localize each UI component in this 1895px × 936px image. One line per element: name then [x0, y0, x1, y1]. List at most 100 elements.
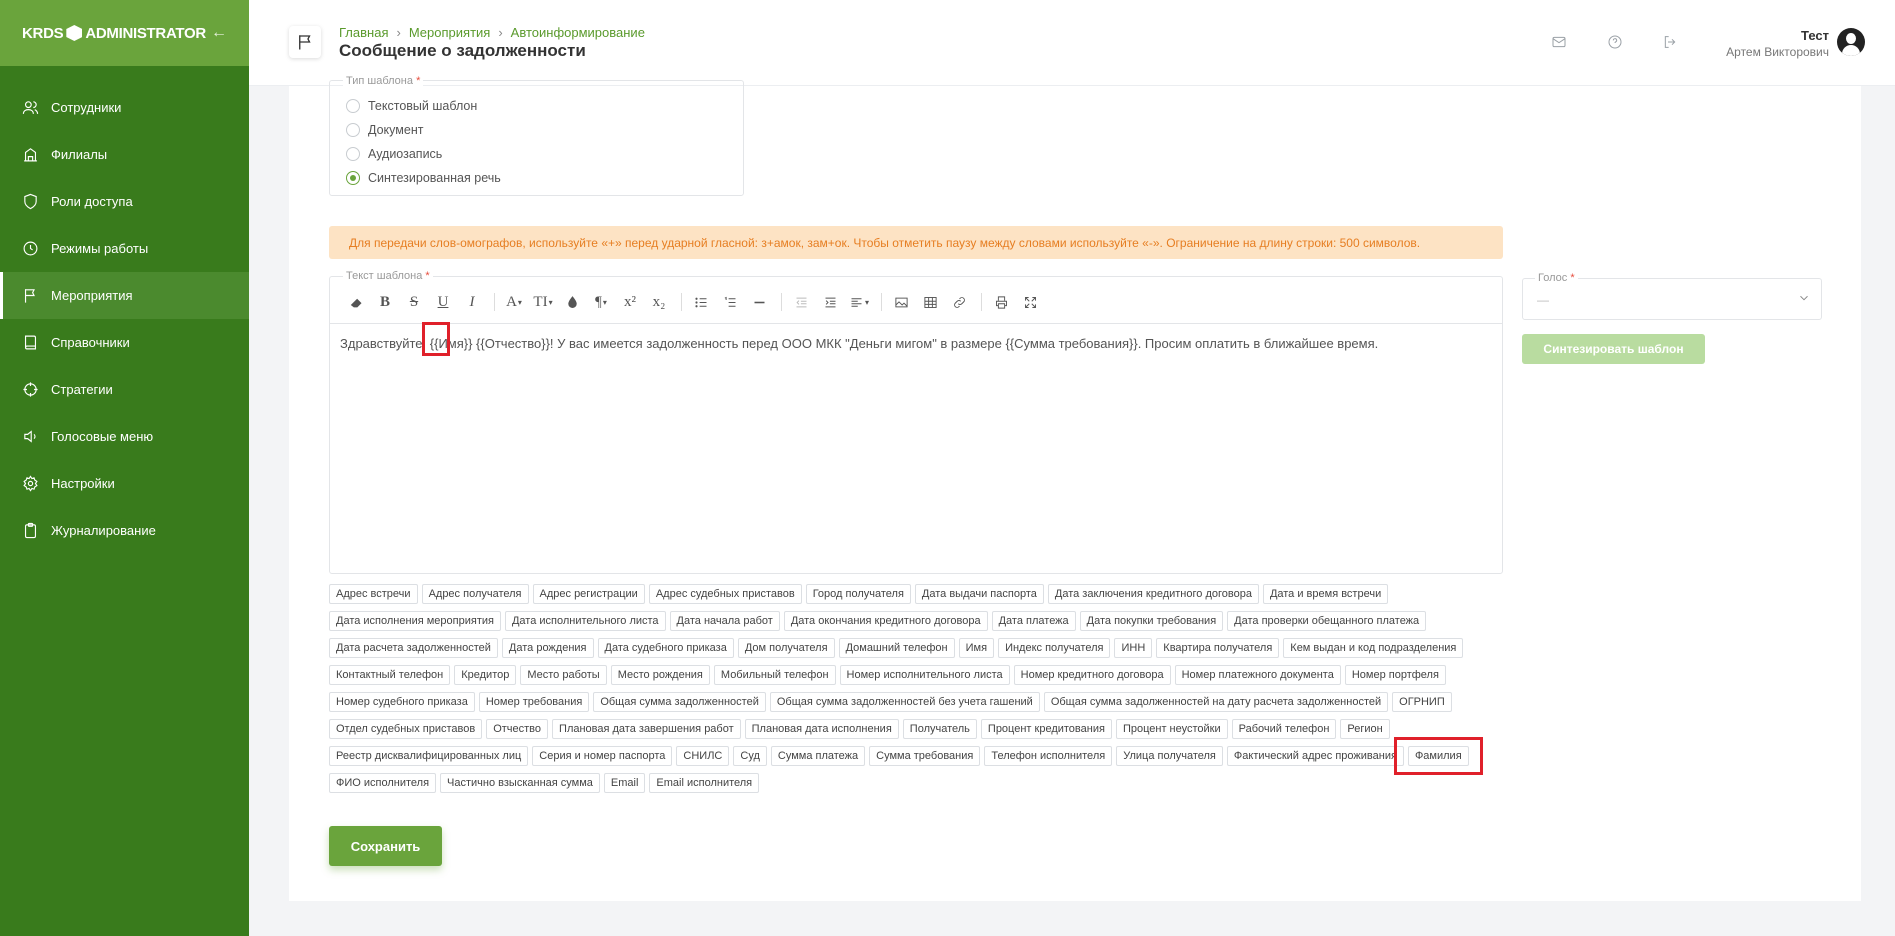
horizontal-rule-icon[interactable] — [746, 290, 772, 314]
radio-audio[interactable]: Аудиозапись — [346, 147, 442, 161]
breadcrumb-autoinform[interactable]: Автоинформирование — [511, 25, 645, 40]
variable-tag[interactable]: Контактный телефон — [329, 665, 451, 685]
sidebar-item-logging[interactable]: Журналирование — [0, 507, 249, 554]
variable-tag[interactable]: Плановая дата исполнения — [744, 719, 899, 739]
radio-synth-speech[interactable]: Синтезированная речь — [346, 171, 501, 185]
mail-icon[interactable] — [1551, 34, 1567, 50]
radio-button[interactable] — [346, 147, 360, 161]
radio-button[interactable] — [346, 123, 360, 137]
save-button[interactable]: Сохранить — [329, 826, 442, 866]
template-text-editor[interactable]: Здравствуйте, {{Имя}} {{Отчество}}! У ва… — [330, 323, 1502, 531]
variable-tag[interactable]: Номер кредитного договора — [1013, 665, 1171, 685]
variable-tag[interactable]: Номер судебного приказа — [329, 692, 475, 712]
bullet-list-icon[interactable] — [688, 290, 714, 314]
outdent-icon[interactable] — [788, 290, 814, 314]
radio-button[interactable] — [346, 99, 360, 113]
bold-icon[interactable]: B — [372, 290, 398, 314]
sidebar-item-voice-menus[interactable]: Голосовые меню — [0, 413, 249, 460]
variable-tag[interactable]: Индекс получателя — [998, 638, 1111, 658]
subscript-icon[interactable]: x₂ — [646, 290, 672, 314]
color-drop-icon[interactable] — [559, 290, 585, 314]
variable-tag[interactable]: Плановая дата завершения работ — [552, 719, 741, 739]
sidebar-item-events[interactable]: Мероприятия — [0, 272, 249, 319]
variable-tag[interactable]: Дата исполнения мероприятия — [329, 611, 501, 631]
sidebar-item-employees[interactable]: Сотрудники — [0, 84, 249, 131]
variable-tag[interactable]: Суд — [733, 746, 767, 766]
variable-tag[interactable]: Рабочий телефон — [1231, 719, 1337, 739]
superscript-icon[interactable]: x² — [617, 290, 643, 314]
variable-tag[interactable]: Дата рождения — [501, 638, 594, 658]
underline-icon[interactable]: U — [430, 290, 456, 314]
variable-tag[interactable]: Отчество — [486, 719, 549, 739]
variable-tag[interactable]: Дата окончания кредитного договора — [783, 611, 988, 631]
variable-tag[interactable]: Email исполнителя — [649, 773, 760, 793]
synthesize-template-button[interactable]: Синтезировать шаблон — [1522, 334, 1705, 364]
variable-tag[interactable]: Дом получателя — [737, 638, 835, 658]
indent-icon[interactable] — [817, 290, 843, 314]
variable-tag[interactable]: Имя — [958, 638, 995, 658]
variable-tag[interactable]: Получатель — [902, 719, 977, 739]
variable-tag[interactable]: Общая сумма задолженностей без учета гаш… — [769, 692, 1040, 712]
table-icon[interactable] — [917, 290, 943, 314]
logo[interactable]: KRDS ADMINISTRATOR — [22, 25, 206, 42]
variable-tag[interactable]: Email — [603, 773, 646, 793]
sidebar-item-work-modes[interactable]: Режимы работы — [0, 225, 249, 272]
font-size-icon[interactable]: TI ▾ — [530, 290, 556, 314]
fullscreen-icon[interactable] — [1017, 290, 1043, 314]
variable-tag[interactable]: Дата выдачи паспорта — [914, 584, 1044, 604]
variable-tag[interactable]: Фактический адрес проживания — [1226, 746, 1404, 766]
variable-tag[interactable]: Дата расчета задолженностей — [329, 638, 498, 658]
variable-tag[interactable]: Адрес встречи — [329, 584, 418, 604]
variable-tag[interactable]: Частично взысканная сумма — [440, 773, 600, 793]
sidebar-item-branches[interactable]: Филиалы — [0, 131, 249, 178]
variable-tag[interactable]: Номер исполнительного листа — [839, 665, 1010, 685]
collapse-sidebar-arrow-icon[interactable]: ← — [211, 24, 227, 42]
variable-tag[interactable]: Дата покупки требования — [1079, 611, 1224, 631]
variable-tag[interactable]: Процент неустойки — [1115, 719, 1228, 739]
variable-tag[interactable]: Отдел судебных приставов — [329, 719, 483, 739]
variable-tag[interactable]: Сумма платежа — [770, 746, 866, 766]
variable-tag[interactable]: Номер портфеля — [1344, 665, 1446, 685]
variable-tag[interactable]: Дата и время встречи — [1262, 584, 1389, 604]
voice-select[interactable]: Голос * — — [1522, 272, 1822, 320]
radio-text-template[interactable]: Текстовый шаблон — [346, 99, 477, 113]
sidebar-item-access-roles[interactable]: Роли доступа — [0, 178, 249, 225]
align-icon[interactable]: ▾ — [846, 290, 872, 314]
variable-tag[interactable]: Адрес судебных приставов — [648, 584, 802, 604]
variable-tag[interactable]: Реестр дисквалифицированных лиц — [329, 746, 529, 766]
breadcrumb-events[interactable]: Мероприятия — [409, 25, 491, 40]
paragraph-icon[interactable]: ¶ ▾ — [588, 290, 614, 314]
sidebar-item-settings[interactable]: Настройки — [0, 460, 249, 507]
italic-icon[interactable]: I — [459, 290, 485, 314]
variable-tag[interactable]: Сумма требования — [869, 746, 981, 766]
variable-tag[interactable]: Общая сумма задолженностей — [593, 692, 766, 712]
variable-tag[interactable]: Мобильный телефон — [713, 665, 836, 685]
variable-tag[interactable]: Телефон исполнителя — [984, 746, 1113, 766]
avatar[interactable] — [1837, 28, 1865, 56]
variable-tag[interactable]: Дата проверки обещанного платежа — [1227, 611, 1427, 631]
eraser-icon[interactable] — [343, 290, 369, 314]
variable-tag[interactable]: Серия и номер паспорта — [532, 746, 673, 766]
logout-icon[interactable] — [1662, 34, 1678, 50]
variable-tag[interactable]: Процент кредитования — [980, 719, 1112, 739]
image-icon[interactable] — [888, 290, 914, 314]
variable-tag[interactable]: СНИЛС — [676, 746, 730, 766]
variable-tag[interactable]: Номер требования — [478, 692, 590, 712]
strikethrough-icon[interactable]: S — [401, 290, 427, 314]
variable-tag[interactable]: Номер платежного документа — [1174, 665, 1341, 685]
variable-tag[interactable]: Кредитор — [454, 665, 517, 685]
variable-tag[interactable]: Дата судебного приказа — [597, 638, 734, 658]
variable-tag[interactable]: Место работы — [520, 665, 607, 685]
variable-tag[interactable]: Дата исполнительного листа — [504, 611, 666, 631]
variable-tag[interactable]: Адрес получателя — [421, 584, 529, 604]
variable-tag[interactable]: ОГРНИП — [1392, 692, 1452, 712]
variable-tag[interactable]: Кем выдан и код подразделения — [1283, 638, 1464, 658]
variable-tag[interactable]: Улица получателя — [1116, 746, 1223, 766]
print-icon[interactable] — [988, 290, 1014, 314]
font-icon[interactable]: A ▾ — [501, 290, 527, 314]
variable-tag[interactable]: Домашний телефон — [838, 638, 955, 658]
variable-tag[interactable]: Адрес регистрации — [532, 584, 645, 604]
variable-tag[interactable]: Дата платежа — [991, 611, 1076, 631]
radio-document[interactable]: Документ — [346, 123, 423, 137]
variable-tag[interactable]: Дата заключения кредитного договора — [1047, 584, 1259, 604]
